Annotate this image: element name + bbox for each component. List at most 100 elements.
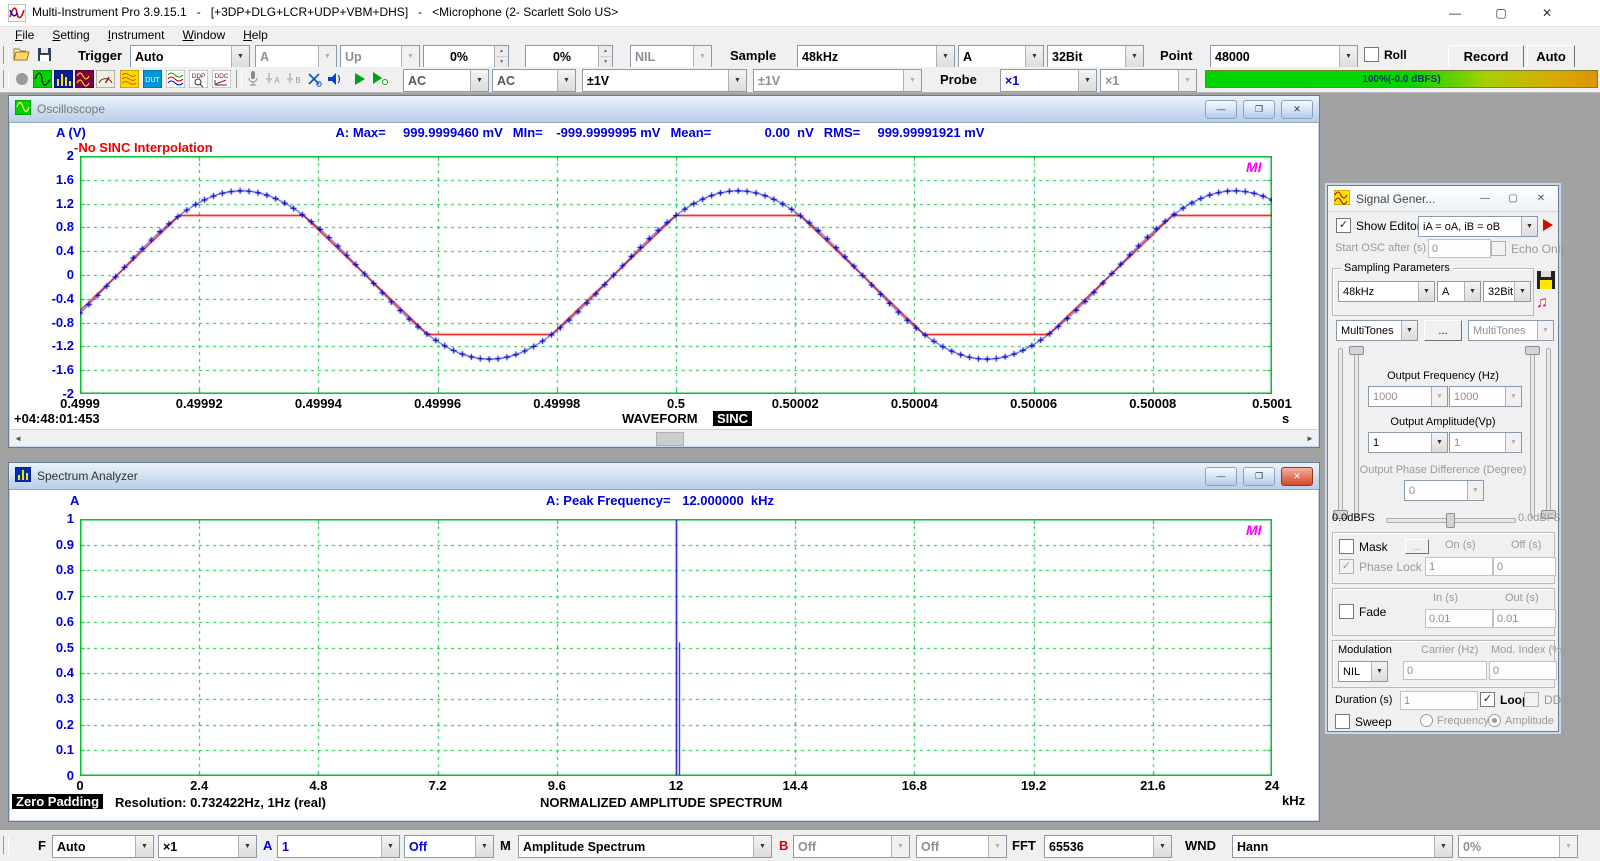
scope-plot[interactable]	[80, 156, 1272, 394]
scope-scrollbar-thumb[interactable]	[656, 432, 684, 446]
show-editor-checkbox[interactable]: ✓ Show Editor	[1336, 218, 1421, 233]
spin-down-icon[interactable]: ▼	[495, 56, 508, 67]
oscilloscope-icon[interactable]	[32, 69, 52, 88]
siggen-channel-select[interactable]: A▼	[1437, 281, 1481, 302]
duration-input[interactable]: 1	[1400, 691, 1478, 710]
spectrum-close-button[interactable]: ✕	[1281, 467, 1313, 486]
balance-slider-thumb[interactable]	[1446, 513, 1455, 528]
range-b-select[interactable]: ±1V▼	[753, 69, 922, 92]
derived-data-curve-icon[interactable]: DDC	[211, 69, 231, 88]
multi-curve-icon[interactable]	[165, 69, 185, 88]
spin-up-icon[interactable]: ▲	[599, 46, 612, 56]
analysis-mode-select[interactable]: Amplitude Spectrum▼	[518, 835, 772, 858]
amplitude-b-select[interactable]: 1▼	[1449, 432, 1522, 453]
spectrum-zero-padding-toggle[interactable]: Zero Padding	[12, 794, 103, 809]
ground-b-icon[interactable]: B	[284, 69, 304, 88]
scroll-left-icon[interactable]: ◄	[10, 431, 26, 445]
record-length-select[interactable]: 48000▼	[1210, 45, 1358, 68]
sweep-checkbox[interactable]: Sweep	[1335, 714, 1392, 729]
modulation-select[interactable]: NIL▼	[1338, 661, 1388, 682]
waveform-more-button[interactable]: ...	[1424, 320, 1462, 341]
trigger-delay-spinner[interactable]: 0% ▲▼	[525, 45, 613, 68]
menu-file[interactable]: File	[6, 28, 43, 42]
oscilloscope-minimize-button[interactable]: —	[1205, 100, 1237, 119]
phase-select[interactable]: 0▼	[1404, 480, 1484, 501]
carrier-input[interactable]: 0	[1403, 661, 1487, 680]
siggen-maximize-button[interactable]: ▢	[1502, 191, 1524, 207]
window-maximize-button[interactable]: ▢	[1478, 0, 1524, 26]
x-zoom-select[interactable]: ×1▼	[158, 835, 257, 858]
menu-help[interactable]: Help	[234, 28, 277, 42]
routing-select[interactable]: iA = oA, iB = oB▼	[1418, 216, 1538, 237]
a-gain-select[interactable]: 1▼	[277, 835, 400, 858]
oscilloscope-close-button[interactable]: ✕	[1281, 100, 1313, 119]
menu-instrument[interactable]: Instrument	[99, 28, 174, 42]
a-mode-select[interactable]: Off▼	[404, 835, 494, 858]
toolbar-grip[interactable]	[3, 46, 9, 64]
spectrum-titlebar[interactable]: Spectrum Analyzer — ❐ ✕	[9, 463, 1319, 490]
range-a-select[interactable]: ±1V▼	[582, 69, 747, 92]
trigger-mode-select[interactable]: Auto▼	[130, 45, 250, 68]
probe-calibration-icon[interactable]	[304, 69, 324, 88]
scope-sinc-toggle[interactable]: SINC	[713, 411, 752, 426]
probe-b-select[interactable]: ×1▼	[1100, 69, 1197, 92]
siggen-bits-select[interactable]: 32Bit▼	[1483, 281, 1531, 302]
trigger-source-select[interactable]: A▼	[255, 45, 337, 68]
scroll-right-icon[interactable]: ►	[1302, 431, 1318, 445]
oscilloscope-restore-button[interactable]: ❐	[1243, 100, 1275, 119]
window-function-select[interactable]: Hann▼	[1232, 835, 1453, 858]
b-mode-select[interactable]: Off▼	[916, 835, 1007, 858]
fader-thumb[interactable]	[1525, 346, 1540, 355]
mod-index-input[interactable]: 0	[1489, 661, 1557, 680]
spectrum-plot[interactable]	[80, 519, 1272, 776]
coupling-b-select[interactable]: AC▼	[492, 69, 576, 92]
siggen-close-button[interactable]: ✕	[1530, 191, 1552, 207]
sweep-mode-select[interactable]: Auto▼	[52, 835, 154, 858]
mask-on-input[interactable]: 1	[1425, 557, 1493, 576]
echo-only-checkbox[interactable]: Echo Only	[1491, 241, 1566, 256]
fade-checkbox[interactable]: Fade	[1339, 604, 1386, 619]
trigger-reject-select[interactable]: NIL▼	[630, 45, 712, 68]
scope-scrollbar[interactable]: ◄ ►	[10, 429, 1318, 446]
toolbar-grip[interactable]	[3, 70, 9, 88]
window-minimize-button[interactable]: —	[1432, 0, 1478, 26]
open-file-icon[interactable]	[12, 45, 32, 64]
spin-up-icon[interactable]: ▲	[495, 46, 508, 56]
b-gain-select[interactable]: Off▼	[793, 835, 910, 858]
signal-generator-titlebar[interactable]: Signal Gener... — ▢ ✕	[1328, 186, 1558, 212]
siggen-note-icon[interactable]: ♫	[1536, 294, 1548, 312]
frequency-a-select[interactable]: 1000▼	[1368, 386, 1448, 407]
signal-generator-icon[interactable]	[74, 69, 94, 88]
waveform-a-select[interactable]: MultiTones▼	[1336, 320, 1418, 341]
fader-thumb[interactable]	[1349, 346, 1364, 355]
oscilloscope-titlebar[interactable]: Oscilloscope — ❐ ✕	[9, 96, 1319, 123]
sweep-frequency-radio[interactable]: Frequency	[1420, 714, 1489, 727]
record-standby-icon[interactable]	[12, 69, 32, 88]
sweep-amplitude-radio[interactable]: Amplitude	[1488, 714, 1554, 727]
frequency-b-select[interactable]: 1000▼	[1449, 386, 1522, 407]
trigger-level-spinner[interactable]: 0% ▲▼	[423, 45, 509, 68]
probe-a-select[interactable]: ×1▼	[1000, 69, 1097, 92]
spectrum-minimize-button[interactable]: —	[1205, 467, 1237, 486]
amplitude-a-select[interactable]: 1▼	[1368, 432, 1448, 453]
menu-window[interactable]: Window	[173, 28, 234, 42]
loop-checkbox[interactable]: ✓ Loop	[1480, 692, 1529, 707]
mask-more-button[interactable]: ...	[1405, 539, 1429, 554]
spin-down-icon[interactable]: ▼	[599, 56, 612, 67]
mask-off-input[interactable]: 0	[1493, 557, 1556, 576]
derived-data-point-icon[interactable]: DDP	[188, 69, 208, 88]
ground-a-icon[interactable]: A	[263, 69, 283, 88]
auto-button[interactable]: Auto	[1527, 45, 1575, 68]
sampling-channel-select[interactable]: A▼	[958, 45, 1044, 68]
record-button[interactable]: Record	[1448, 45, 1524, 68]
fade-out-input[interactable]: 0.01	[1493, 609, 1556, 628]
siggen-run-button[interactable]	[1540, 216, 1555, 237]
waveform-b-select[interactable]: MultiTones▼	[1468, 320, 1554, 341]
menu-setting[interactable]: Setting	[43, 28, 98, 42]
play-icon[interactable]	[350, 69, 370, 88]
sampling-rate-select[interactable]: 48kHz▼	[797, 45, 955, 68]
overlap-select[interactable]: 0%▼	[1458, 835, 1578, 858]
roll-checkbox[interactable]: Roll	[1364, 47, 1407, 62]
device-under-test-icon[interactable]: DUT	[142, 69, 162, 88]
mask-checkbox[interactable]: Mask	[1339, 539, 1388, 554]
